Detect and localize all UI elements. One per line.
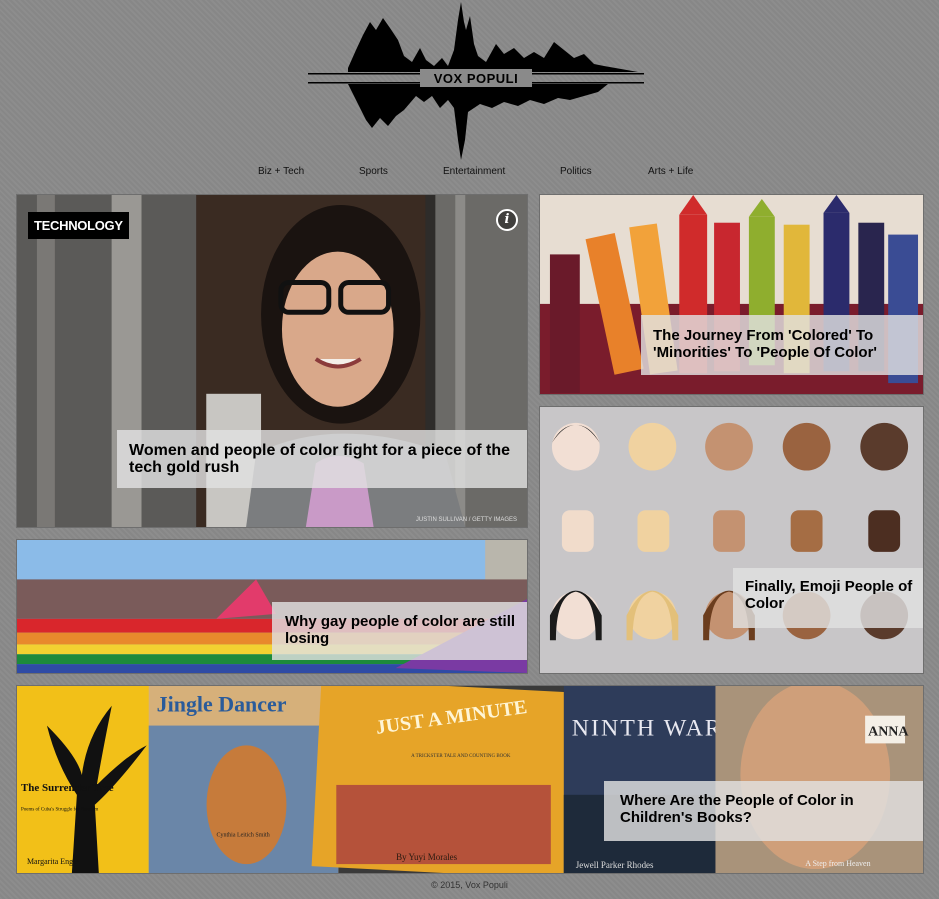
book-author-just: By Yuyi Morales <box>396 852 458 862</box>
book-title-anna: ANNA <box>868 725 908 740</box>
article-title[interactable]: Why gay people of color are still losing <box>272 602 527 660</box>
photo-credit: JUSTIN SULLIVAN / GETTY IMAGES <box>415 517 517 523</box>
book-author-surrender: Margarita Engle <box>27 857 79 866</box>
site-logo[interactable]: VOX POPULI <box>308 0 644 162</box>
nav-sports[interactable]: Sports <box>359 166 388 177</box>
category-badge[interactable]: TECHNOLOGY <box>28 212 129 239</box>
article-card-tech[interactable]: TECHNOLOGY i Women and people of color f… <box>16 194 528 528</box>
article-card-colored[interactable]: The Journey From 'Colored' To 'Minoritie… <box>539 194 924 395</box>
book-author-jingle: Cynthia Leitich Smith <box>217 832 270 838</box>
book-author-ninth: Jewell Parker Rhodes <box>576 860 654 870</box>
nav-arts-life[interactable]: Arts + Life <box>648 166 693 177</box>
nav-politics[interactable]: Politics <box>560 166 592 177</box>
info-icon[interactable]: i <box>496 209 518 231</box>
article-title[interactable]: Where Are the People of Color in Childre… <box>604 781 923 841</box>
book-sub-surrender: Poems of Cuba's Struggle for Freedom <box>21 808 98 813</box>
nav-biz-tech[interactable]: Biz + Tech <box>258 166 304 177</box>
book-sub-anna: A Step from Heaven <box>805 859 870 868</box>
article-card-emoji[interactable]: Finally, Emoji People of Color <box>539 406 924 674</box>
book-sub-just: A TRICKSTER TALE AND COUNTING BOOK <box>411 754 511 759</box>
footer-copyright: © 2015, Vox Populi <box>431 880 508 890</box>
logo-text: VOX POPULI <box>434 71 518 86</box>
article-card-gay[interactable]: Why gay people of color are still losing <box>16 539 528 674</box>
nav-entertainment[interactable]: Entertainment <box>443 166 505 177</box>
article-title[interactable]: The Journey From 'Colored' To 'Minoritie… <box>641 315 923 375</box>
books-photo: The Surrender Tree Poems of Cuba's Strug… <box>17 686 923 873</box>
article-title[interactable]: Women and people of color fight for a pi… <box>117 430 527 488</box>
article-card-books[interactable]: The Surrender Tree Poems of Cuba's Strug… <box>16 685 924 874</box>
article-title[interactable]: Finally, Emoji People of Color <box>733 568 923 628</box>
book-title-surrender: The Surrender Tree <box>21 782 114 794</box>
emoji-image <box>540 407 923 673</box>
book-title-jingle: Jingle Dancer <box>157 693 287 717</box>
